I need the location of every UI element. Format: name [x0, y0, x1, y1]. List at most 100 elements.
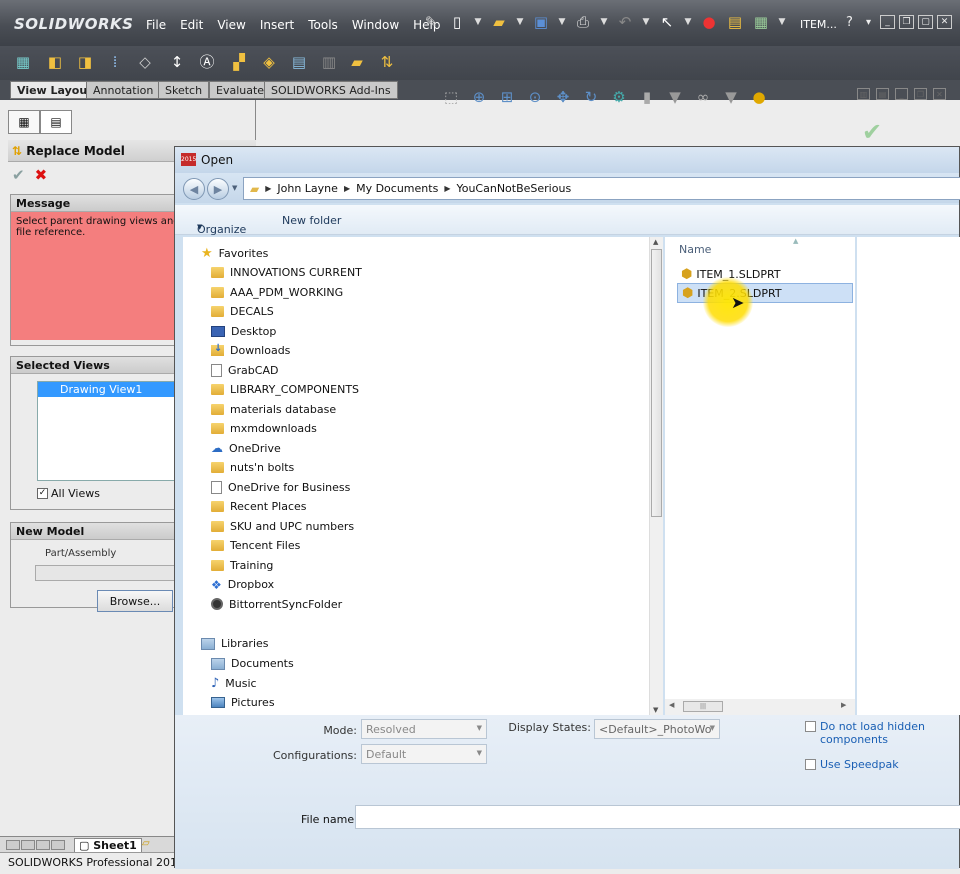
feature-manager-tab-icon[interactable]: ▦ [8, 110, 40, 134]
scroll-thumb[interactable] [651, 249, 662, 517]
section-view-icon[interactable]: ⦙ [104, 51, 126, 73]
empty-view-icon[interactable]: ▥ [318, 51, 340, 73]
tree-libraries[interactable]: Libraries [201, 634, 269, 653]
menu-file[interactable]: File [146, 18, 166, 32]
pin-icon[interactable]: ✎ [420, 11, 442, 33]
favorite-item[interactable]: BittorrentSyncFolder [211, 595, 342, 614]
address-bar[interactable]: ▰ ▶ John Layne ▶ My Documents ▶ YouCanNo… [243, 177, 960, 200]
options-dropdown-icon[interactable]: ▼ [776, 11, 788, 33]
tile-horizontal-icon[interactable]: ▥ [857, 88, 870, 100]
zoom-area-icon[interactable]: ⊞ [496, 86, 518, 108]
mode-select[interactable]: Resolved ▼ [361, 719, 487, 739]
display-dropdown-icon[interactable]: ▼ [664, 86, 686, 108]
favorite-item[interactable]: DECALS [211, 302, 274, 321]
tab-evaluate[interactable]: Evaluate [209, 81, 272, 99]
new-folder-button[interactable]: New folder [282, 214, 341, 227]
tab-add-ins[interactable]: SOLIDWORKS Add-Ins [264, 81, 398, 99]
undo-icon[interactable]: ↶ [614, 11, 636, 33]
hide-show-icon[interactable]: ∞ [692, 86, 714, 108]
breadcrumb-separator-icon[interactable]: ▶ [444, 184, 450, 193]
sheet-next-icon[interactable] [36, 840, 50, 850]
breadcrumb-separator-icon[interactable]: ▶ [344, 184, 350, 193]
model-view-icon[interactable]: ▦ [12, 51, 34, 73]
library-item[interactable]: Pictures [211, 693, 275, 712]
select-arrow-icon[interactable]: ↖ [656, 11, 678, 33]
minimize-icon[interactable]: _ [880, 15, 895, 29]
zoom-sheet-icon[interactable]: ⊙ [524, 86, 546, 108]
tab-annotation[interactable]: Annotation [86, 81, 161, 99]
appearance-icon[interactable]: ● [748, 86, 770, 108]
open-folder-icon[interactable]: ▰ [488, 11, 510, 33]
hide-show-dropdown-icon[interactable]: ▼ [720, 86, 742, 108]
rebuild-traffic-light-icon[interactable]: ● [698, 11, 720, 33]
file-item-1[interactable]: ⬢ ITEM_1.SLDPRT [677, 264, 853, 284]
library-item[interactable]: Documents [211, 654, 294, 673]
broken-out-icon[interactable]: Ⓐ [196, 51, 218, 73]
configurations-select[interactable]: Default ▼ [361, 744, 487, 764]
detail-view-icon[interactable]: ◇ [134, 51, 156, 73]
menu-insert[interactable]: Insert [260, 18, 294, 32]
selected-view-item[interactable]: Drawing View1 [38, 382, 176, 397]
selected-views-list[interactable]: Drawing View1 [37, 381, 177, 481]
new-document-icon[interactable]: ▯ [446, 11, 468, 33]
undo-dropdown-icon[interactable]: ▼ [640, 11, 652, 33]
save-icon[interactable]: ▣ [530, 11, 552, 33]
favorite-item[interactable]: AAA_PDM_WORKING [211, 283, 343, 302]
recent-dropdown-icon[interactable]: ▼ [232, 184, 237, 192]
help-icon[interactable]: ? [842, 15, 857, 30]
favorite-item[interactable]: Training [211, 556, 273, 575]
back-icon[interactable]: ◀ [183, 178, 205, 200]
tile-vertical-icon[interactable]: ▤ [876, 88, 889, 100]
options-icon[interactable]: ▦ [750, 11, 772, 33]
all-views-checkbox-row[interactable]: ✓ All Views [37, 487, 100, 500]
zoom-fit-icon[interactable]: ⬚ [440, 86, 462, 108]
sheet-prev-icon[interactable] [21, 840, 35, 850]
favorite-item[interactable]: OneDrive for Business [211, 478, 350, 497]
restore-icon[interactable]: ❐ [899, 15, 914, 29]
new-dropdown-icon[interactable]: ▼ [472, 11, 484, 33]
tile-icon[interactable]: ▢ [918, 15, 933, 29]
cancel-x-icon[interactable]: ✖ [35, 166, 48, 184]
browse-button[interactable]: Browse... [97, 590, 173, 612]
sheet-last-icon[interactable] [51, 840, 65, 850]
favorite-item[interactable]: Tencent Files [211, 536, 300, 555]
favorite-item[interactable]: INNOVATIONS CURRENT [211, 263, 362, 282]
forward-icon[interactable]: ▶ [207, 178, 229, 200]
favorite-item[interactable]: Downloads [211, 341, 290, 360]
sheet-first-icon[interactable] [6, 840, 20, 850]
hscroll-thumb[interactable]: ||| [683, 701, 723, 712]
favorite-item[interactable]: nuts'n bolts [211, 458, 294, 477]
favorite-item[interactable]: ☁ OneDrive [211, 439, 281, 458]
use-speedpak-option[interactable]: Use Speedpak [805, 758, 899, 771]
ok-check-icon[interactable]: ✔ [12, 166, 25, 184]
navigation-scrollbar[interactable]: ▲ ▼ [649, 237, 663, 715]
do-not-load-hidden-checkbox[interactable] [805, 721, 816, 732]
menu-view[interactable]: View [217, 18, 245, 32]
select-dropdown-icon[interactable]: ▼ [682, 11, 694, 33]
all-views-checkbox[interactable]: ✓ [37, 488, 48, 499]
scroll-up-icon[interactable]: ▲ [653, 238, 658, 246]
scroll-right-icon[interactable]: ▶ [841, 701, 846, 709]
replace-model-icon[interactable]: ⇅ [376, 51, 398, 73]
favorite-item[interactable]: SKU and UPC numbers [211, 517, 354, 536]
new-model-path-field[interactable] [35, 565, 175, 581]
favorite-item[interactable]: Desktop [211, 322, 276, 341]
add-sheet-icon[interactable]: ▱ [142, 838, 150, 849]
view-settings-icon[interactable]: ⚙ [608, 86, 630, 108]
file-name-input[interactable] [355, 805, 960, 829]
auxiliary-view-icon[interactable]: ◨ [74, 51, 96, 73]
library-item[interactable]: ♪ Music [211, 674, 257, 693]
breadcrumb-john-layne[interactable]: John Layne [277, 182, 338, 195]
predefined-view-icon[interactable]: ▰ [346, 51, 368, 73]
menu-edit[interactable]: Edit [180, 18, 203, 32]
scroll-down-icon[interactable]: ▼ [653, 706, 658, 714]
menu-window[interactable]: Window [352, 18, 399, 32]
do-not-load-hidden-option[interactable]: Do not load hidden components [805, 720, 925, 746]
property-manager-tab-icon[interactable]: ▤ [40, 110, 72, 134]
print-dropdown-icon[interactable]: ▼ [598, 11, 610, 33]
close-icon[interactable]: ✕ [937, 15, 952, 29]
crop-view-icon[interactable]: ◈ [258, 51, 280, 73]
breadcrumb-current-folder[interactable]: YouCanNotBeSerious [456, 182, 571, 195]
file-properties-icon[interactable]: ▤ [724, 11, 746, 33]
open-dropdown-icon[interactable]: ▼ [514, 11, 526, 33]
